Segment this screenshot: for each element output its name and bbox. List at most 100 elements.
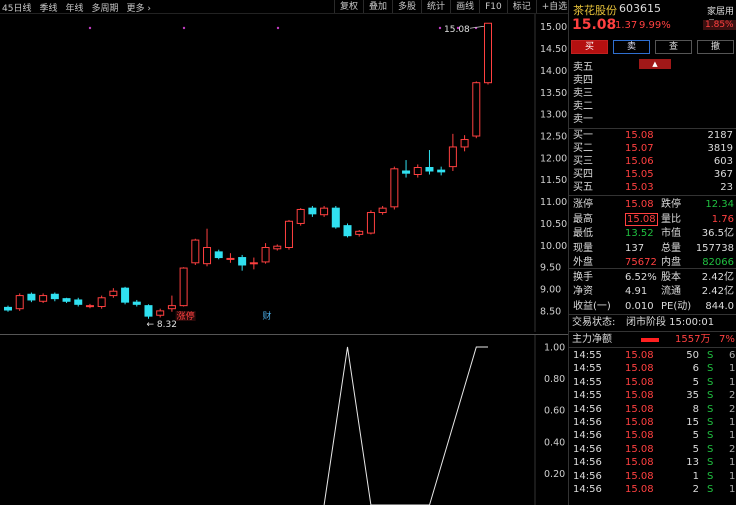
high-annotation: 15.08	[444, 25, 470, 35]
tick-side: S	[707, 443, 714, 455]
y-tick-label: 11.50	[540, 175, 567, 186]
tick-volume: 2	[692, 484, 699, 495]
ask-row: 卖五	[569, 61, 736, 74]
stat-value: 15.08	[625, 199, 654, 210]
tick-price: 15.08	[625, 376, 654, 388]
ask-row: 卖二	[569, 100, 736, 113]
stat-label: 总量	[661, 242, 681, 254]
toolbar-button[interactable]: 叠加	[363, 0, 392, 13]
quote-panel: 茶花股份 603615 家居用品 15.08 1.37 9.99% 1.85% …	[568, 0, 736, 505]
stat-value: 13.52	[625, 228, 654, 239]
candle-body	[425, 167, 434, 172]
tick-row: 14:56 15.08 2 S 1	[569, 483, 736, 496]
stat-label: 量比	[661, 213, 681, 225]
sell-button[interactable]: 卖	[613, 40, 650, 54]
y-tick-label: 14.00	[540, 66, 567, 77]
indicator-tick-label: 0.80	[544, 374, 565, 385]
stat-value: 2.42亿	[701, 271, 734, 283]
indicator-panel[interactable]: 1.00 0.80 0.60 0.40 0.20	[0, 334, 568, 505]
ask-label: 卖四	[573, 75, 593, 86]
ask-label: 卖一	[573, 114, 593, 125]
tick-price: 15.08	[625, 390, 654, 402]
candle-body	[15, 295, 24, 310]
bid-volume: 23	[720, 182, 733, 193]
tick-side: S	[707, 430, 714, 442]
ask-label: 卖二	[573, 101, 593, 112]
tick-price: 15.08	[625, 417, 654, 428]
stock-name[interactable]: 茶花股份	[573, 2, 617, 18]
candle-body	[238, 257, 247, 266]
bid-row: 买四 15.05 367	[569, 168, 736, 181]
query-button[interactable]: 查	[655, 40, 692, 54]
y-tick-label: 8.50	[540, 306, 561, 317]
bid-volume: 3819	[707, 143, 733, 154]
tick-row: 14:56 15.08 8 S 2	[569, 403, 736, 416]
toolbar-button[interactable]: 画线	[450, 0, 479, 13]
buy-button[interactable]: 买	[571, 40, 608, 54]
y-tick-label: 10.50	[540, 219, 567, 230]
indicator-svg[interactable]: 1.00 0.80 0.60 0.40 0.20	[0, 335, 568, 505]
main-capital-label[interactable]: 主力净额	[572, 333, 612, 346]
stat-value: 2.42亿	[701, 286, 734, 297]
stat-label: 换手	[573, 271, 593, 283]
toolbar-button[interactable]: 多股	[392, 0, 421, 13]
toolbar-button[interactable]: 标记	[506, 0, 536, 13]
stock-code: 603615	[619, 2, 661, 15]
tick-time: 14:56	[573, 484, 602, 495]
tick-price: 15.08	[625, 363, 654, 375]
toolbar-button[interactable]: +自选	[535, 0, 573, 13]
indicator-tick-label: 0.40	[544, 437, 565, 448]
tick-volume: 35	[686, 390, 699, 402]
candle-body	[390, 168, 399, 208]
stat-label: 最低	[573, 228, 593, 239]
tick-row: 14:55 15.08 35 S 2	[569, 389, 736, 402]
toolbar-button[interactable]: F10	[479, 0, 507, 13]
kline-chart[interactable]: 15.00 14.50 14.00 13.50 13.00 12.50 12.00 11.50…	[0, 14, 568, 332]
tick-time: 14:55	[573, 390, 602, 402]
stat-label: 涨停	[573, 199, 593, 210]
candle-body	[50, 293, 59, 300]
tick-time: 14:56	[573, 430, 602, 442]
candle-body	[378, 207, 387, 214]
cancel-order-button[interactable]: 撤	[697, 40, 734, 54]
indicator-tick-label: 0.20	[544, 469, 565, 480]
tick-time: 14:55	[573, 363, 602, 375]
period-tab[interactable]: 季线	[39, 1, 57, 14]
period-tab[interactable]: 45日线	[2, 1, 31, 14]
candle-body	[226, 257, 235, 260]
tick-price: 15.08	[625, 443, 654, 455]
tick-side: S	[707, 470, 714, 482]
period-tab[interactable]: 更多 ›	[127, 1, 151, 14]
candle-body	[402, 170, 411, 174]
bid-price: 15.05	[625, 169, 654, 180]
limit-up-marker: 涨停	[177, 310, 195, 322]
bid-label: 买四	[573, 169, 593, 180]
candle-body	[308, 207, 317, 215]
tick-price: 15.08	[625, 350, 654, 361]
tick-count: 2	[729, 403, 736, 415]
tick-count: 1	[729, 376, 736, 388]
candle-body	[74, 299, 83, 305]
period-tab[interactable]: 年线	[65, 1, 83, 14]
y-tick-label: 12.50	[540, 132, 567, 143]
bid-price: 15.08	[625, 130, 654, 141]
signal-dot	[438, 26, 442, 30]
tick-count: 1	[729, 470, 736, 482]
orderbook-divider	[569, 195, 736, 196]
y-tick-label: 13.50	[540, 88, 567, 99]
tick-time: 14:56	[573, 403, 602, 415]
period-tab[interactable]: 多周期	[91, 1, 118, 14]
candle-body	[132, 301, 141, 305]
bid-label: 买二	[573, 143, 593, 154]
candle-body	[27, 293, 36, 301]
kline-svg[interactable]: 15.00 14.50 14.00 13.50 13.00 12.50 12.00 11.50…	[0, 14, 568, 332]
candle-body	[179, 267, 188, 307]
main-capital-pct: 7%	[719, 334, 735, 345]
trade-status-value: 闭市阶段 15:00:01	[626, 317, 715, 328]
candle-body	[355, 230, 364, 235]
toolbar-button[interactable]: 统计	[421, 0, 450, 13]
candle-body	[167, 305, 176, 310]
stat-value: 0.010	[625, 300, 654, 312]
toolbar-button[interactable]: 复权	[334, 0, 363, 13]
tick-time: 14:55	[573, 350, 602, 361]
